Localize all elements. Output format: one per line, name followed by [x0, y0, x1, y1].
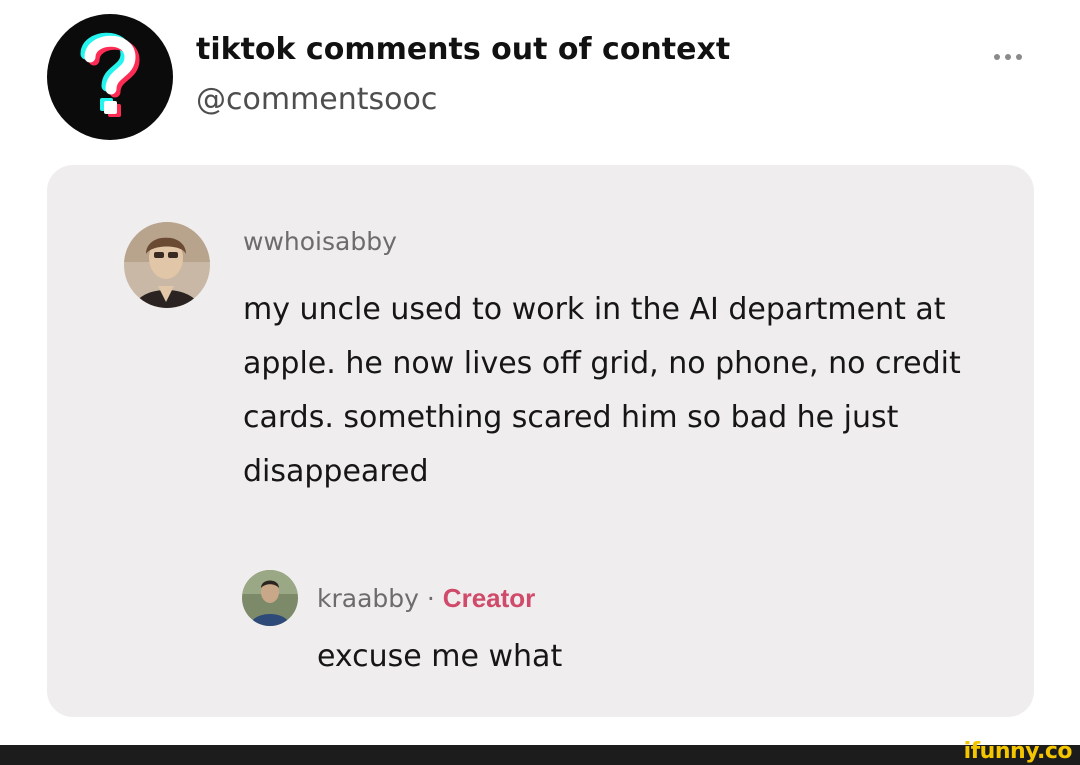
reply-avatar-photo — [242, 570, 298, 626]
more-dots-icon — [994, 54, 1000, 60]
more-options-button[interactable] — [978, 42, 1038, 72]
reply-meta: kraabby · Creator — [317, 583, 535, 614]
reply-text: excuse me what — [317, 639, 563, 674]
commenter-photo — [124, 222, 210, 308]
profile-avatar[interactable] — [47, 14, 173, 140]
commenter-avatar[interactable] — [124, 222, 210, 308]
ifunny-watermark: ifunny.co — [963, 739, 1073, 764]
comment-card: wwhoisabby my uncle used to work in the … — [47, 165, 1034, 717]
more-dots-icon — [1016, 54, 1022, 60]
comment-text: my uncle used to work in the AI departme… — [243, 292, 961, 489]
account-name[interactable]: tiktok comments out of context — [196, 32, 730, 67]
tweet-screenshot: tiktok comments out of context @comments… — [0, 0, 1080, 765]
reply-avatar[interactable] — [242, 570, 298, 626]
commenter-username[interactable]: wwhoisabby — [243, 227, 397, 256]
reply-username[interactable]: kraabby — [317, 584, 419, 613]
question-mark-icon — [80, 32, 140, 117]
reply-separator: · — [426, 584, 435, 613]
watermark-bar: ifunny.co — [0, 739, 1080, 765]
creator-badge: Creator — [442, 583, 536, 613]
account-handle[interactable]: @commentsooc — [196, 82, 437, 117]
more-dots-icon — [1005, 54, 1011, 60]
